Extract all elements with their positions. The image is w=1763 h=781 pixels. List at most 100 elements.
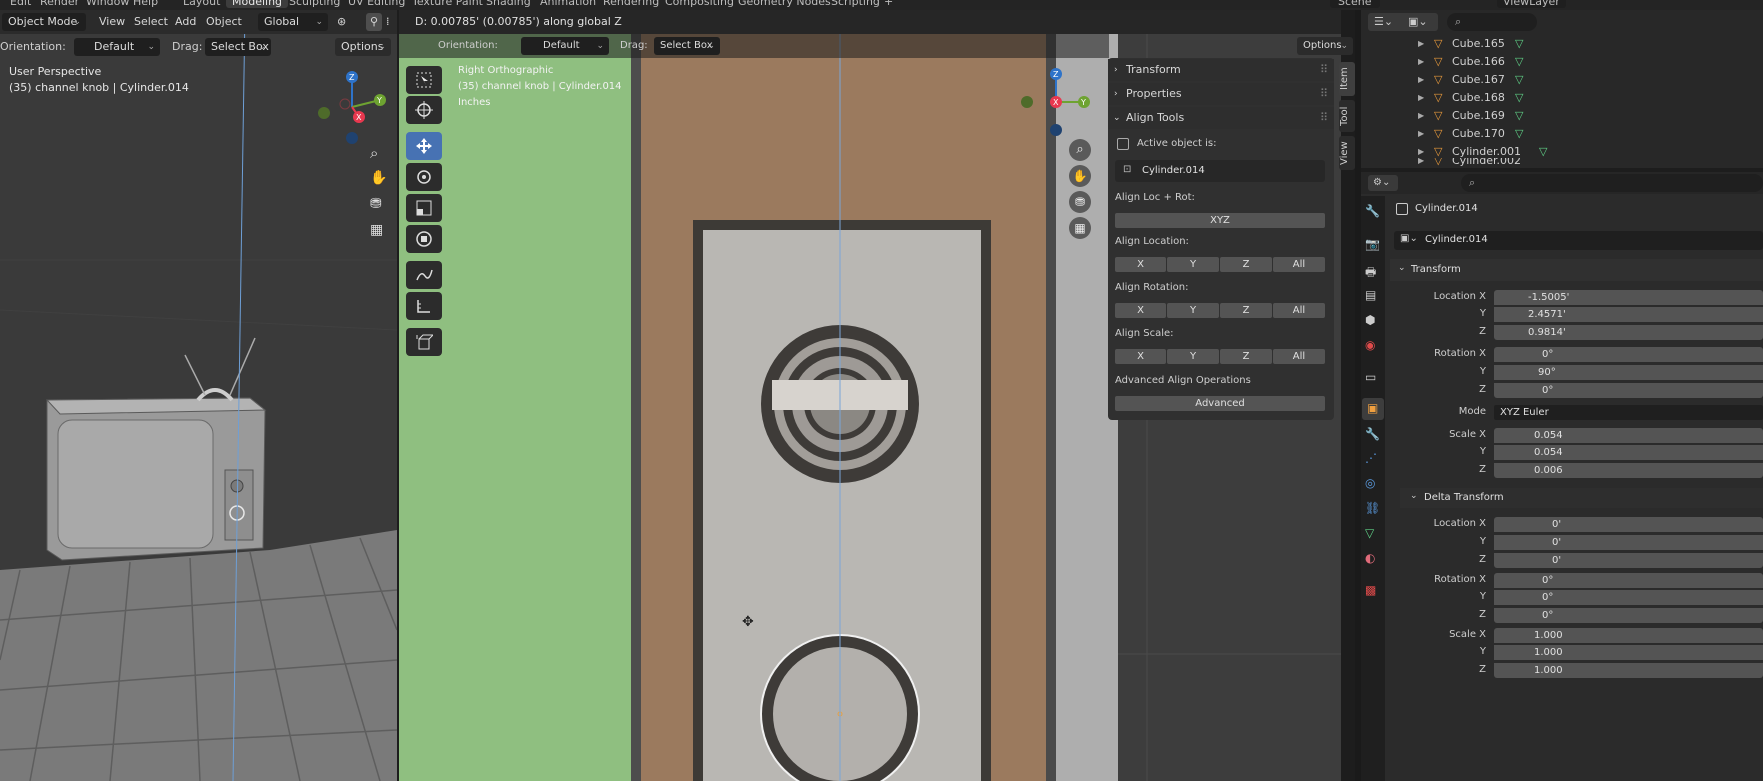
align-rotation-x-button[interactable]: X — [1115, 303, 1166, 318]
cursor-tool[interactable] — [406, 96, 442, 124]
object-tab-active[interactable]: ▣ — [1362, 398, 1384, 420]
delta-scale-y-field[interactable]: 1.000 — [1494, 645, 1763, 660]
panel-transform-header[interactable]: › Transform ⠿ — [1108, 59, 1334, 81]
panel-properties-header[interactable]: › Properties ⠿ — [1108, 83, 1334, 105]
drag-handle-icon[interactable]: ⠿ — [1320, 107, 1328, 129]
outliner-item[interactable]: ▶ ▽ Cube.167 ▽ — [1380, 71, 1763, 89]
delta-scale-x-field[interactable]: 1.000 — [1494, 628, 1763, 643]
rotate-tool[interactable] — [406, 163, 442, 191]
drag-dropdown[interactable]: Select Box ⌄ — [654, 37, 720, 55]
navigation-gizmo[interactable]: Z Y X — [315, 67, 395, 147]
scene-selector[interactable]: Scene — [1330, 0, 1380, 8]
align-scale-x-button[interactable]: X — [1115, 349, 1166, 364]
menu-render[interactable]: Render — [40, 0, 79, 8]
options-dropdown[interactable]: Options ⌄ — [335, 38, 391, 56]
select-box-tool[interactable] — [406, 66, 442, 94]
properties-search-input[interactable]: ⌕ — [1461, 174, 1763, 192]
transform-tool[interactable] — [406, 225, 442, 253]
pivot-icon[interactable]: ⊛ — [337, 13, 346, 31]
add-cube-tool[interactable] — [406, 328, 442, 356]
rotation-mode-dropdown[interactable]: XYZ Euler — [1494, 405, 1763, 420]
modifier-tab-icon[interactable]: 🔧 — [1365, 427, 1381, 443]
annotate-tool[interactable] — [406, 261, 442, 289]
texture-tab-icon[interactable]: ▩ — [1365, 583, 1381, 599]
pan-hand-icon[interactable]: ✋ — [370, 170, 387, 186]
constraints-tab-icon[interactable]: ⛓ — [1365, 501, 1381, 517]
outliner-item[interactable]: ▶ ▽ Cylinder.002 — [1380, 158, 1763, 168]
drag-handle-icon[interactable]: ⠿ — [1320, 59, 1328, 81]
menu-select[interactable]: Select — [134, 13, 168, 31]
rotation-z-field[interactable]: 0° — [1494, 383, 1763, 398]
tab-animation[interactable]: Animation — [540, 0, 596, 8]
drag-dropdown[interactable]: Select Box ⌄ — [205, 38, 271, 56]
tab-view[interactable]: View — [1339, 136, 1355, 170]
align-location-y-button[interactable]: Y — [1167, 257, 1219, 272]
view-layer-selector[interactable]: ViewLayer — [1497, 0, 1566, 8]
move-tool[interactable] — [406, 132, 442, 160]
tab-item[interactable]: Item — [1339, 62, 1355, 96]
align-location-z-button[interactable]: Z — [1220, 257, 1272, 272]
delta-rotation-y-field[interactable]: 0° — [1494, 590, 1763, 605]
outliner-filter[interactable]: ▣⌄ — [1402, 13, 1438, 31]
snap-icon[interactable]: ⚲ — [366, 13, 382, 31]
render-tab-icon[interactable]: 📷 — [1365, 237, 1381, 253]
particles-tab-icon[interactable]: ⋰ — [1365, 451, 1381, 467]
tab-geometry-nodes[interactable]: Geometry Nodes — [738, 0, 831, 8]
scale-z-field[interactable]: 0.006 — [1494, 463, 1763, 478]
delta-transform-section-header[interactable]: ⌄ Delta Transform — [1400, 488, 1763, 508]
active-object-field[interactable]: ⊡ Cylinder.014 — [1115, 160, 1325, 182]
tab-layout[interactable]: Layout — [183, 0, 220, 8]
menu-view[interactable]: View — [99, 13, 125, 31]
panel-align-tools-header[interactable]: ⌄ Align Tools ⠿ — [1108, 107, 1334, 129]
align-scale-z-button[interactable]: Z — [1220, 349, 1272, 364]
drag-handle-icon[interactable]: ⠿ — [1320, 83, 1328, 105]
menu-window[interactable]: Window — [86, 0, 129, 8]
camera-icon[interactable]: ⛃ — [1069, 191, 1091, 213]
tab-rendering[interactable]: Rendering — [603, 0, 659, 8]
align-scale-all-button[interactable]: All — [1273, 349, 1325, 364]
editor-type-selector[interactable]: ⚙⌄ — [1368, 175, 1398, 191]
view-layer-tab-icon[interactable]: ▤ — [1365, 288, 1381, 304]
zoom-icon[interactable]: ⌕ — [1069, 139, 1091, 161]
grid-icon[interactable]: ▦ — [370, 222, 383, 238]
tab-shading[interactable]: Shading — [486, 0, 531, 8]
mesh-data-tab-icon[interactable]: ▽ — [1365, 526, 1381, 542]
tab-modeling[interactable]: Modeling — [226, 0, 289, 8]
tab-compositing[interactable]: Compositing — [665, 0, 734, 8]
delta-rotation-z-field[interactable]: 0° — [1494, 608, 1763, 623]
delta-location-x-field[interactable]: 0' — [1494, 517, 1763, 532]
output-tab-icon[interactable]: 🖶 — [1365, 263, 1381, 279]
options-dropdown[interactable]: Options ⌄ — [1297, 37, 1353, 55]
outliner-search-input[interactable]: ⌕ — [1447, 13, 1537, 31]
delta-location-z-field[interactable]: 0' — [1494, 553, 1763, 568]
menu-edit[interactable]: Edit — [10, 0, 31, 8]
tab-scripting[interactable]: Scripting — [831, 0, 880, 8]
camera-icon[interactable]: ⛃ — [370, 196, 382, 212]
outliner-item[interactable]: ▶ ▽ Cube.169 ▽ — [1380, 107, 1763, 125]
tab-texture-paint[interactable]: Texture Paint — [412, 0, 483, 8]
material-tab-icon[interactable]: ◐ — [1365, 551, 1381, 567]
scale-x-field[interactable]: 0.054 — [1494, 428, 1763, 443]
orientation-dropdown[interactable]: Default ⌄ — [521, 37, 609, 55]
tab-sculpting[interactable]: Sculpting — [289, 0, 340, 8]
world-tab-icon[interactable]: ◉ — [1365, 338, 1381, 354]
rotation-y-field[interactable]: 90° — [1494, 365, 1763, 380]
align-rotation-y-button[interactable]: Y — [1167, 303, 1219, 318]
rotation-x-field[interactable]: 0° — [1494, 347, 1763, 362]
menu-help[interactable]: Help — [133, 0, 158, 8]
align-rotation-z-button[interactable]: Z — [1220, 303, 1272, 318]
grid-icon[interactable]: ▦ — [1069, 217, 1091, 239]
align-xyz-button[interactable]: XYZ — [1115, 213, 1325, 228]
location-x-field[interactable]: -1.5005' — [1494, 290, 1763, 305]
physics-tab-icon[interactable]: ◎ — [1365, 476, 1381, 492]
object-name-field[interactable]: ▣⌄ Cylinder.014 — [1394, 231, 1763, 250]
collection-tab-icon[interactable]: ▭ — [1365, 370, 1381, 386]
advanced-button[interactable]: Advanced — [1115, 396, 1325, 411]
outliner-item[interactable]: ▶ ▽ Cube.168 ▽ — [1380, 89, 1763, 107]
snap-target-icon[interactable]: ⁞ — [386, 13, 390, 31]
location-z-field[interactable]: 0.9814' — [1494, 325, 1763, 340]
scale-y-field[interactable]: 0.054 — [1494, 445, 1763, 460]
align-rotation-all-button[interactable]: All — [1273, 303, 1325, 318]
orientation-dropdown[interactable]: Default ⌄ — [74, 38, 160, 56]
zoom-icon[interactable]: ⌕ — [370, 144, 378, 162]
